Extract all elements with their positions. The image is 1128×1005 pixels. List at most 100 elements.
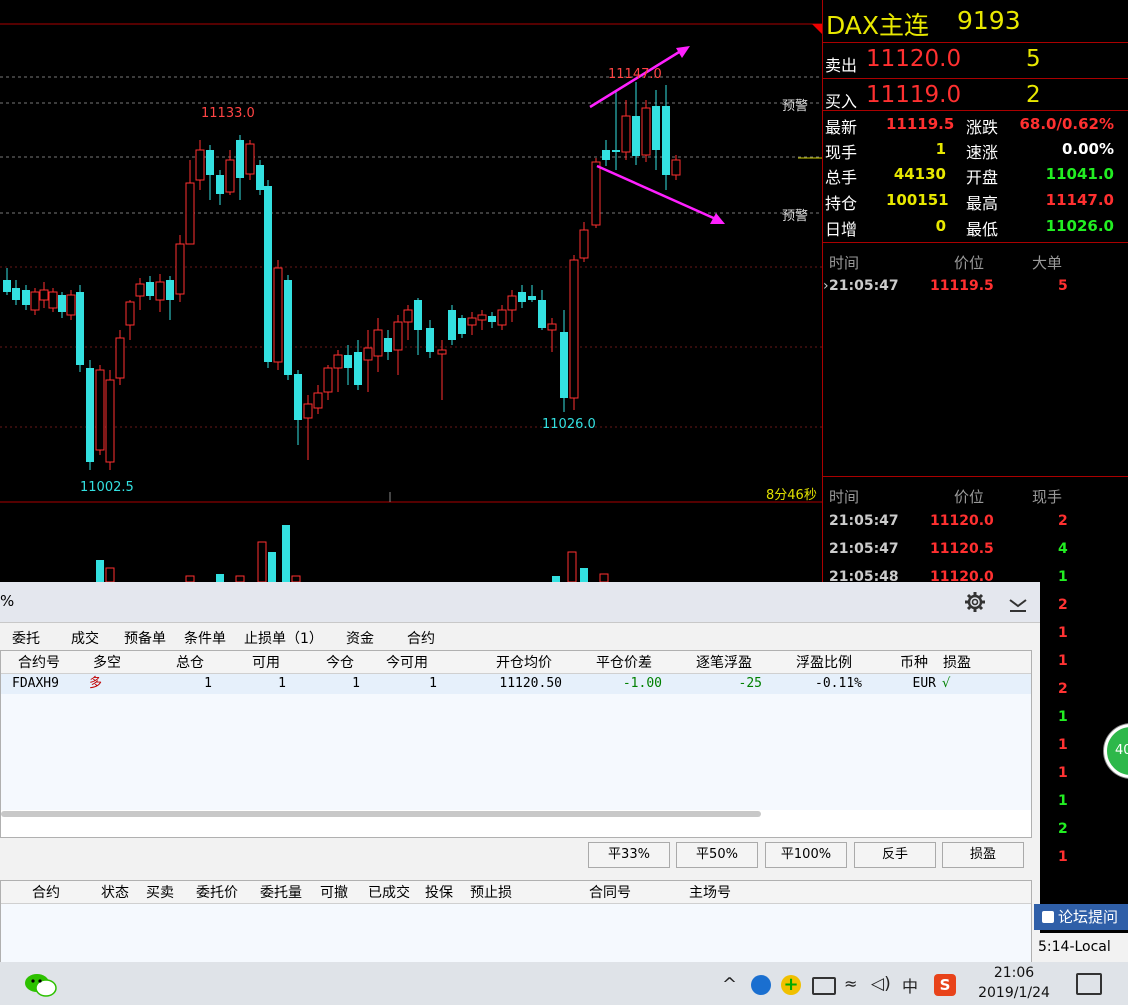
clock-time[interactable]: 21:06 bbox=[972, 965, 1056, 981]
candle-body bbox=[467, 317, 477, 326]
col-header-pl[interactable]: 损盈 bbox=[943, 652, 971, 674]
col-header-total[interactable]: 总仓 bbox=[176, 652, 204, 674]
horizontal-scrollbar[interactable] bbox=[1, 811, 761, 817]
tick-size: 1 bbox=[1058, 737, 1068, 753]
wifi-icon[interactable]: ≈ bbox=[844, 974, 857, 993]
tab-fills[interactable]: 成交 bbox=[67, 629, 103, 649]
collapse-chevron-icon[interactable] bbox=[1007, 592, 1029, 614]
close-50-button[interactable]: 平50% bbox=[676, 842, 758, 868]
col-header-today[interactable]: 今仓 bbox=[326, 652, 354, 674]
tab-contracts[interactable]: 合约 bbox=[403, 629, 439, 649]
tab-conditional-orders[interactable]: 条件单 bbox=[180, 629, 230, 649]
tray-app-icon[interactable] bbox=[751, 975, 771, 995]
cell-avg-price: 11120.50 bbox=[499, 676, 562, 691]
candle-body bbox=[30, 291, 40, 311]
stop-profit-loss-button[interactable]: 损盈 bbox=[942, 842, 1024, 868]
tab-funds[interactable]: 资金 bbox=[342, 629, 378, 649]
cell-today: 1 bbox=[352, 676, 360, 691]
tick-size: 1 bbox=[1058, 765, 1068, 781]
tray-expand-chevron-icon[interactable]: ^ bbox=[722, 974, 737, 995]
sogou-input-icon[interactable]: S bbox=[934, 974, 956, 996]
order-col-hedge[interactable]: 投保 bbox=[425, 882, 453, 904]
volume-bar bbox=[216, 574, 224, 582]
big-order-header-price: 价位 bbox=[954, 254, 985, 272]
volume-bar bbox=[268, 552, 276, 582]
tab-stop-loss[interactable]: 止损单（1） bbox=[240, 629, 327, 649]
candle-body bbox=[313, 392, 323, 409]
tick-size: 2 bbox=[1058, 821, 1068, 837]
stat-label-high: 最高 bbox=[966, 194, 999, 213]
order-col-direction[interactable]: 买卖 bbox=[146, 882, 174, 904]
candle-body bbox=[185, 182, 195, 245]
col-header-today-available[interactable]: 今可用 bbox=[386, 652, 428, 674]
low-price-label: 11002.5 bbox=[80, 480, 134, 495]
order-col-exchange-no[interactable]: 主场号 bbox=[689, 882, 731, 904]
stat-label-latest: 最新 bbox=[825, 118, 858, 137]
order-col-order-price[interactable]: 委托价 bbox=[196, 882, 238, 904]
forum-question-button[interactable]: 论坛提问 bbox=[1034, 904, 1128, 930]
candle-body bbox=[12, 288, 20, 300]
candle-body bbox=[264, 186, 272, 362]
volume-icon[interactable]: ◁) bbox=[871, 974, 891, 994]
col-header-contract[interactable]: 合约号 bbox=[18, 652, 60, 674]
col-header-available[interactable]: 可用 bbox=[252, 652, 280, 674]
cell-available: 1 bbox=[278, 676, 286, 691]
order-col-contract-no[interactable]: 合同号 bbox=[589, 882, 631, 904]
order-col-cancelable[interactable]: 可撤 bbox=[320, 882, 348, 904]
close-100-button[interactable]: 平100% bbox=[765, 842, 847, 868]
tab-standby-orders[interactable]: 预备单 bbox=[120, 629, 170, 649]
cell-contract: FDAXH9 bbox=[12, 676, 59, 691]
candle-body bbox=[175, 243, 185, 295]
order-col-filled[interactable]: 已成交 bbox=[368, 882, 410, 904]
stat-label-volume: 总手 bbox=[825, 168, 858, 187]
sell-price[interactable]: 11120.0 bbox=[866, 46, 961, 72]
big-order-header-size: 大单 bbox=[1032, 254, 1063, 272]
big-order-header-time: 时间 bbox=[829, 254, 860, 272]
notification-center-icon[interactable] bbox=[1076, 973, 1102, 995]
cell-pl-check-icon[interactable]: √ bbox=[942, 674, 950, 694]
wechat-icon[interactable] bbox=[24, 972, 58, 998]
tick-price: 11120.5 bbox=[930, 541, 994, 557]
candle-body bbox=[333, 354, 343, 369]
col-header-side[interactable]: 多空 bbox=[93, 652, 121, 674]
candle-body bbox=[518, 292, 526, 302]
col-header-float-pl[interactable]: 逐笔浮盈 bbox=[696, 652, 752, 674]
candle-body bbox=[115, 337, 125, 379]
candle-body bbox=[125, 301, 135, 326]
ime-indicator[interactable]: 中 bbox=[902, 973, 918, 997]
candle-body bbox=[195, 149, 205, 181]
trade-panel: % 委托 成交 预备单 条件单 止损单（1） 资金 合约 合约号 多空 总仓 可… bbox=[0, 582, 1040, 964]
candle-body bbox=[602, 150, 610, 160]
order-col-contract[interactable]: 合约 bbox=[32, 882, 60, 904]
stat-label-current-lot: 现手 bbox=[825, 143, 858, 162]
stat-label-daily-increase: 日增 bbox=[825, 220, 858, 239]
battery-icon[interactable] bbox=[812, 977, 836, 995]
tick-size: 1 bbox=[1058, 793, 1068, 809]
volume-bars-group bbox=[96, 525, 609, 582]
stat-label-open: 开盘 bbox=[966, 168, 999, 187]
clock-date[interactable]: 2019/1/24 bbox=[972, 985, 1056, 1001]
order-col-order-qty[interactable]: 委托量 bbox=[260, 882, 302, 904]
candle-body bbox=[414, 300, 422, 330]
order-col-status[interactable]: 状态 bbox=[101, 882, 129, 904]
close-33-button[interactable]: 平33% bbox=[588, 842, 670, 868]
stat-value-open: 11041.0 bbox=[1045, 165, 1114, 183]
buy-price[interactable]: 11119.0 bbox=[866, 82, 961, 108]
candle-body bbox=[497, 309, 507, 326]
col-header-ratio[interactable]: 浮盈比例 bbox=[796, 652, 852, 674]
candlestick-chart[interactable]: 11147.0 11133.0 11002.5 11026.0 预警 预警 8分… bbox=[0, 0, 822, 582]
tray-plus-icon[interactable]: + bbox=[781, 975, 801, 995]
col-header-price-diff[interactable]: 平仓价差 bbox=[596, 652, 652, 674]
settings-gear-icon[interactable] bbox=[964, 591, 986, 613]
tick-size: 1 bbox=[1058, 625, 1068, 641]
high-price-label: 11147.0 bbox=[608, 67, 662, 82]
candle-body bbox=[507, 295, 517, 311]
col-header-avg-price[interactable]: 开仓均价 bbox=[496, 652, 552, 674]
reverse-button[interactable]: 反手 bbox=[854, 842, 936, 868]
candle-body bbox=[273, 267, 283, 363]
cell-price-diff: -1.00 bbox=[622, 676, 662, 691]
tab-orders[interactable]: 委托 bbox=[8, 629, 44, 649]
order-col-pre-stop[interactable]: 预止损 bbox=[470, 882, 512, 904]
col-header-currency[interactable]: 币种 bbox=[900, 652, 928, 674]
tick-size: 2 bbox=[1058, 681, 1068, 697]
